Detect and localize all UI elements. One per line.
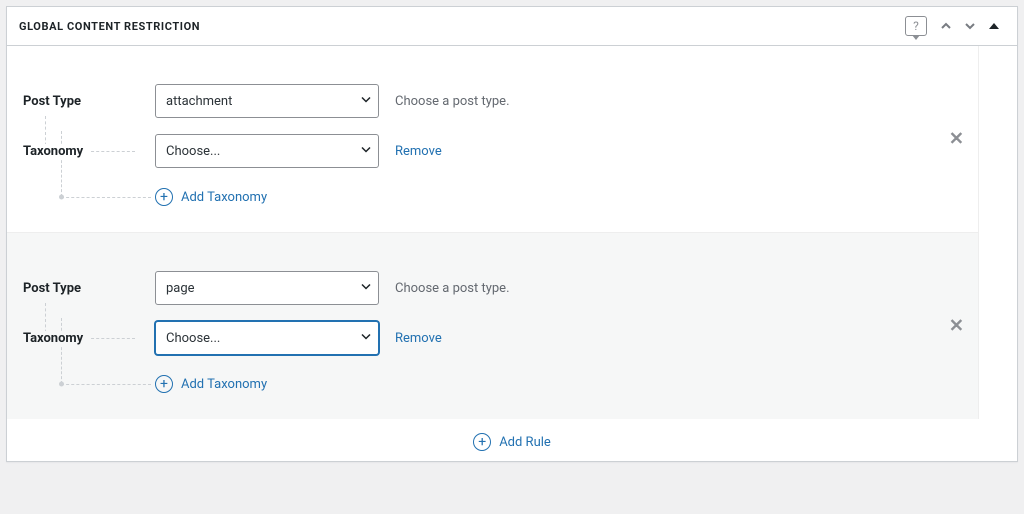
- rule-block: ✕ Post Type page Choose a post type. Tax…: [7, 232, 978, 419]
- branch-dot-icon: [59, 382, 64, 387]
- footer-row: + Add Rule: [7, 419, 1017, 461]
- collapse-toggle[interactable]: [983, 15, 1005, 37]
- post-type-select-value[interactable]: attachment: [155, 84, 379, 118]
- rule-block: ✕ Post Type attachment Choose a post typ…: [7, 46, 978, 232]
- taxonomy-label: Taxonomy: [23, 331, 155, 346]
- panel-header: GLOBAL CONTENT RESTRICTION ?: [7, 7, 1017, 46]
- move-down-button[interactable]: [959, 15, 981, 37]
- post-type-hint: Choose a post type.: [395, 281, 510, 296]
- global-content-restriction-panel: GLOBAL CONTENT RESTRICTION ? ✕ Post Type…: [6, 6, 1018, 462]
- add-taxonomy-row: + Add Taxonomy: [23, 363, 938, 399]
- post-type-select[interactable]: page: [155, 271, 379, 305]
- post-type-row: Post Type page Choose a post type.: [23, 263, 938, 313]
- remove-rule-button[interactable]: ✕: [949, 316, 964, 337]
- branch-dot-icon: [59, 195, 64, 200]
- add-taxonomy-button[interactable]: Add Taxonomy: [181, 377, 267, 392]
- taxonomy-select[interactable]: Choose...: [155, 134, 379, 168]
- post-type-select[interactable]: attachment: [155, 84, 379, 118]
- move-up-button[interactable]: [935, 15, 957, 37]
- add-rule-button[interactable]: Add Rule: [499, 435, 551, 450]
- post-type-hint: Choose a post type.: [395, 94, 510, 109]
- post-type-label: Post Type: [23, 94, 155, 109]
- taxonomy-select-value[interactable]: Choose...: [155, 134, 379, 168]
- remove-rule-button[interactable]: ✕: [949, 129, 964, 150]
- plus-icon[interactable]: +: [473, 433, 491, 451]
- taxonomy-select[interactable]: Choose...: [155, 321, 379, 355]
- remove-taxonomy-link[interactable]: Remove: [395, 331, 442, 346]
- post-type-select-value[interactable]: page: [155, 271, 379, 305]
- remove-taxonomy-link[interactable]: Remove: [395, 144, 442, 159]
- add-taxonomy-button[interactable]: Add Taxonomy: [181, 190, 267, 205]
- add-taxonomy-row: + Add Taxonomy: [23, 176, 938, 212]
- taxonomy-row: Taxonomy Choose... Remove: [23, 313, 938, 363]
- taxonomy-select-value[interactable]: Choose...: [155, 321, 379, 355]
- header-controls: ?: [905, 15, 1005, 37]
- taxonomy-row: Taxonomy Choose... Remove: [23, 126, 938, 176]
- rules-container: ✕ Post Type attachment Choose a post typ…: [7, 46, 979, 419]
- panel-title: GLOBAL CONTENT RESTRICTION: [19, 20, 200, 33]
- help-icon[interactable]: ?: [905, 16, 927, 36]
- post-type-label: Post Type: [23, 281, 155, 296]
- post-type-row: Post Type attachment Choose a post type.: [23, 76, 938, 126]
- branch-connector: [39, 366, 171, 402]
- taxonomy-label: Taxonomy: [23, 144, 155, 159]
- branch-connector: [39, 179, 171, 215]
